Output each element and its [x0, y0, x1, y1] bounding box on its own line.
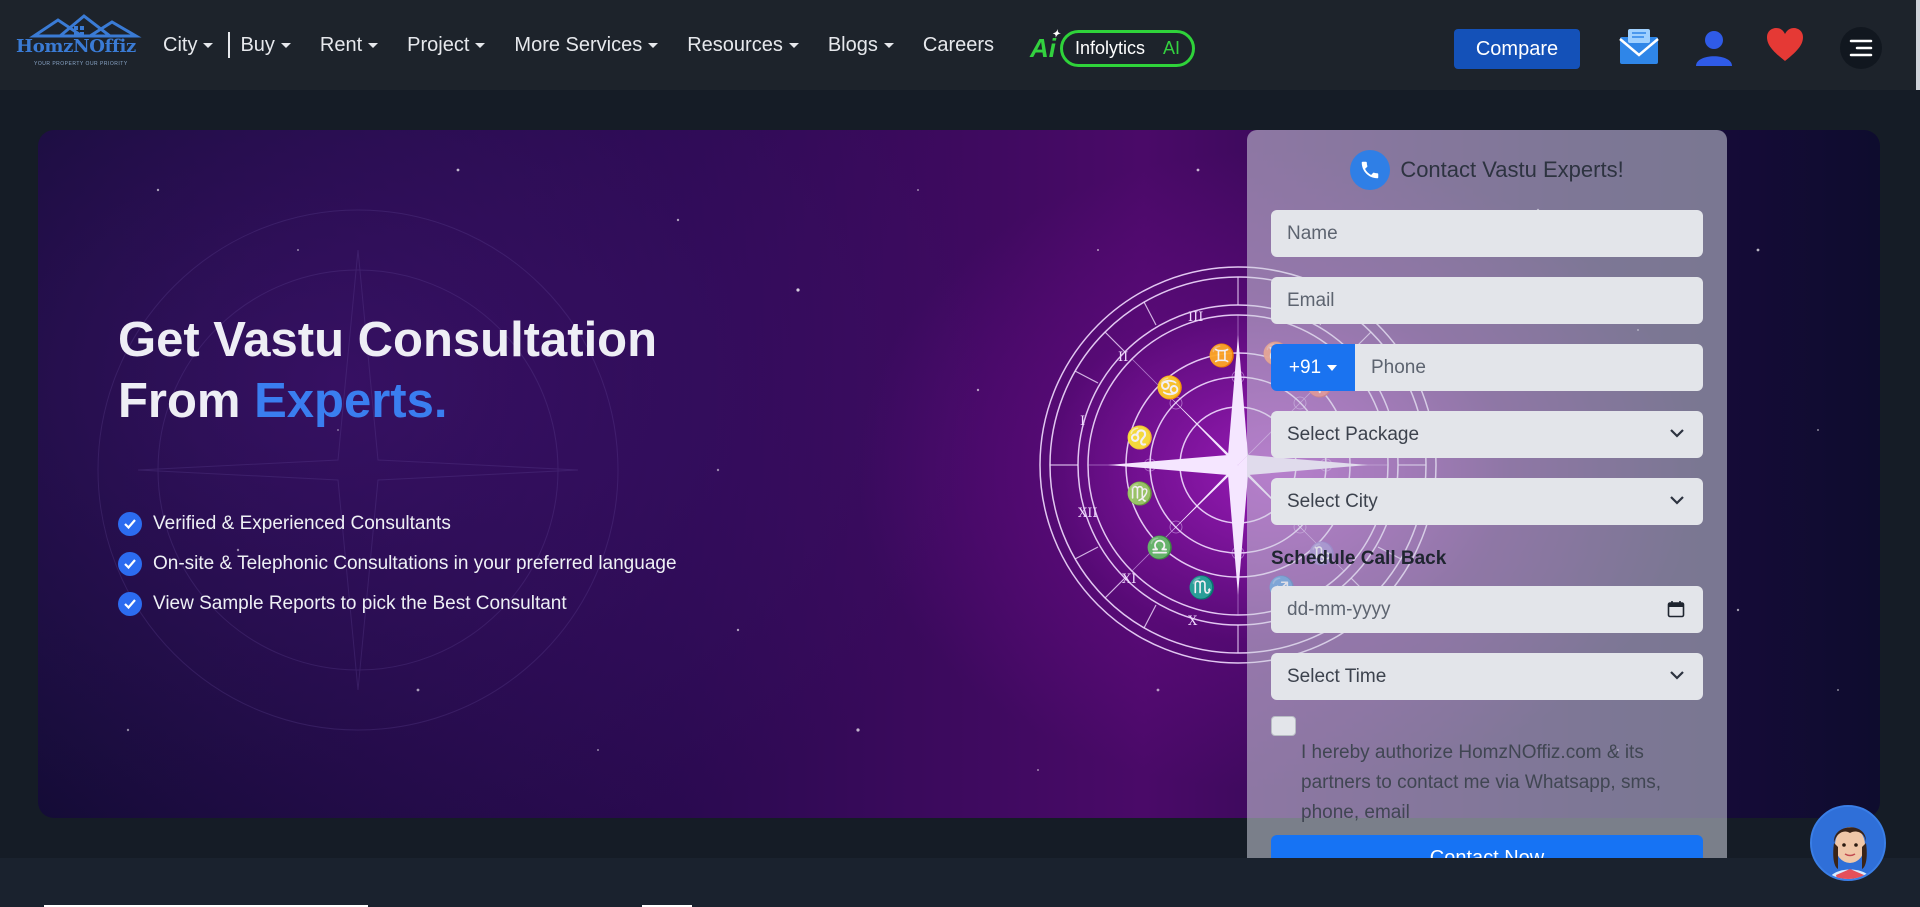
user-icon[interactable]	[1692, 26, 1736, 70]
chevron-down-icon	[1670, 671, 1684, 680]
scrollbar-track[interactable]	[1916, 0, 1920, 90]
svg-text:II: II	[1118, 350, 1128, 365]
homznoffiz-logo[interactable]: HomzNOffiz YOUR PROPERTY OUR PRIORITY	[14, 14, 150, 78]
menu-icon[interactable]	[1840, 27, 1882, 69]
nav-careers-label: Careers	[922, 33, 995, 56]
country-code-value: +91	[1288, 356, 1322, 378]
nav-blogs-label: Blogs	[827, 33, 878, 56]
nav-city-label: City	[163, 33, 198, 56]
date-placeholder: dd-mm-yyyy	[1287, 598, 1391, 620]
mail-icon[interactable]	[1618, 26, 1660, 68]
time-select[interactable]: Select Time	[1271, 653, 1703, 700]
svg-text:♊: ♊	[1208, 343, 1235, 369]
chevron-down-icon	[788, 42, 799, 48]
feature-text: Verified & Experienced Consultants	[153, 513, 451, 534]
check-circle-icon	[118, 552, 142, 576]
nav-buy[interactable]: Buy	[240, 33, 291, 57]
next-section	[0, 858, 1920, 907]
nav-rent-label: Rent	[319, 33, 363, 56]
infolytics-label: Infolytics	[1075, 38, 1146, 58]
schedule-callback-label: Schedule Call Back	[1271, 548, 1447, 569]
chat-assistant-avatar[interactable]	[1810, 805, 1886, 881]
feature-text: On-site & Telephonic Consultations in yo…	[153, 553, 677, 574]
nav-divider	[228, 32, 231, 58]
svg-text:♎: ♎	[1146, 535, 1173, 561]
nav-more-services[interactable]: More Services	[514, 33, 659, 57]
feature-list: Verified & Experienced Consultants On-si…	[118, 504, 677, 624]
svg-text:XII: XII	[1078, 506, 1098, 521]
nav-buy-label: Buy	[240, 33, 275, 56]
nav-more-services-label: More Services	[514, 33, 643, 56]
city-select[interactable]: Select City	[1271, 478, 1703, 525]
check-circle-icon	[118, 512, 142, 536]
nav-blogs[interactable]: Blogs	[828, 34, 894, 57]
logo-tagline: YOUR PROPERTY OUR PRIORITY	[34, 61, 128, 67]
hero-title: Get Vastu Consultation From Experts.	[118, 310, 657, 432]
email-field[interactable]: Email	[1271, 277, 1703, 324]
chevron-down-icon	[203, 42, 214, 48]
nav-rent[interactable]: Rent	[319, 33, 379, 57]
phone-field[interactable]: Phone	[1355, 344, 1703, 391]
package-select-value: Select Package	[1287, 423, 1420, 445]
feature-item: On-site & Telephonic Consultations in yo…	[118, 544, 677, 584]
consent-text: I hereby authorize HomzNOffiz.com & its …	[1301, 742, 1662, 823]
feature-text: View Sample Reports to pick the Best Con…	[153, 593, 567, 614]
chevron-down-icon	[883, 42, 894, 48]
nav-resources-label: Resources	[687, 33, 783, 56]
feature-item: View Sample Reports to pick the Best Con…	[118, 584, 677, 624]
ai-icon: Ai ✦	[1030, 29, 1060, 64]
compare-button[interactable]: Compare	[1454, 29, 1580, 69]
svg-text:I: I	[1080, 414, 1085, 429]
contact-form-header: Contact Vastu Experts!	[1247, 150, 1727, 190]
chevron-down-icon	[1327, 364, 1338, 371]
chevron-down-icon	[280, 42, 291, 48]
package-select[interactable]: Select Package	[1271, 411, 1703, 458]
svg-text:♍: ♍	[1126, 481, 1153, 507]
nav-careers[interactable]: Careers	[923, 34, 994, 57]
date-field[interactable]: dd-mm-yyyy	[1271, 586, 1703, 633]
logo-wordmark: HomzNOffiz	[16, 36, 136, 57]
chevron-down-icon	[1670, 429, 1684, 438]
hero-title-accent: Experts.	[254, 374, 448, 428]
svg-text:XI: XI	[1122, 572, 1136, 587]
city-select-value: Select City	[1287, 490, 1378, 512]
time-select-value: Select Time	[1287, 665, 1387, 687]
hero-title-prefix: From	[118, 374, 255, 428]
feature-item: Verified & Experienced Consultants	[118, 504, 677, 544]
calendar-icon[interactable]	[1667, 600, 1685, 618]
heart-icon[interactable]	[1764, 24, 1806, 66]
svg-text:♋: ♋	[1156, 375, 1183, 401]
infolytics-ai-button[interactable]: Infolytics AI	[1060, 30, 1196, 67]
chevron-down-icon	[648, 42, 659, 48]
svg-text:III: III	[1188, 310, 1203, 325]
name-field[interactable]: Name	[1271, 210, 1703, 257]
phone-icon	[1350, 150, 1391, 190]
nav-project[interactable]: Project	[407, 33, 486, 57]
check-circle-icon	[118, 592, 142, 616]
svg-text:♏: ♏	[1188, 575, 1215, 601]
chevron-down-icon	[475, 42, 486, 48]
nav-city[interactable]: City	[163, 33, 214, 57]
infolytics-ai-badge: AI	[1163, 38, 1181, 58]
hero-title-line1: Get Vastu Consultation	[118, 313, 658, 367]
top-navbar: HomzNOffiz YOUR PROPERTY OUR PRIORITY Ci…	[0, 0, 1920, 90]
country-code-dropdown[interactable]: +91	[1271, 344, 1355, 391]
nav-project-label: Project	[407, 33, 470, 56]
chevron-down-icon	[1670, 496, 1684, 505]
contact-form-heading: Contact Vastu Experts!	[1400, 157, 1624, 182]
svg-text:X: X	[1188, 614, 1198, 629]
svg-text:♌: ♌	[1126, 425, 1153, 451]
consent-checkbox[interactable]	[1271, 716, 1296, 736]
infolytics-ai-link[interactable]: Ai ✦ Infolytics AI	[1030, 29, 1196, 67]
nav-resources[interactable]: Resources	[687, 34, 799, 57]
contact-form-panel: Contact Vastu Experts! Name Email +91 Ph…	[1247, 130, 1727, 907]
sparkle-icon: ✦	[1051, 29, 1060, 40]
main-nav: City Buy Rent Project More Services Reso…	[163, 0, 1023, 90]
chevron-down-icon	[368, 42, 379, 48]
